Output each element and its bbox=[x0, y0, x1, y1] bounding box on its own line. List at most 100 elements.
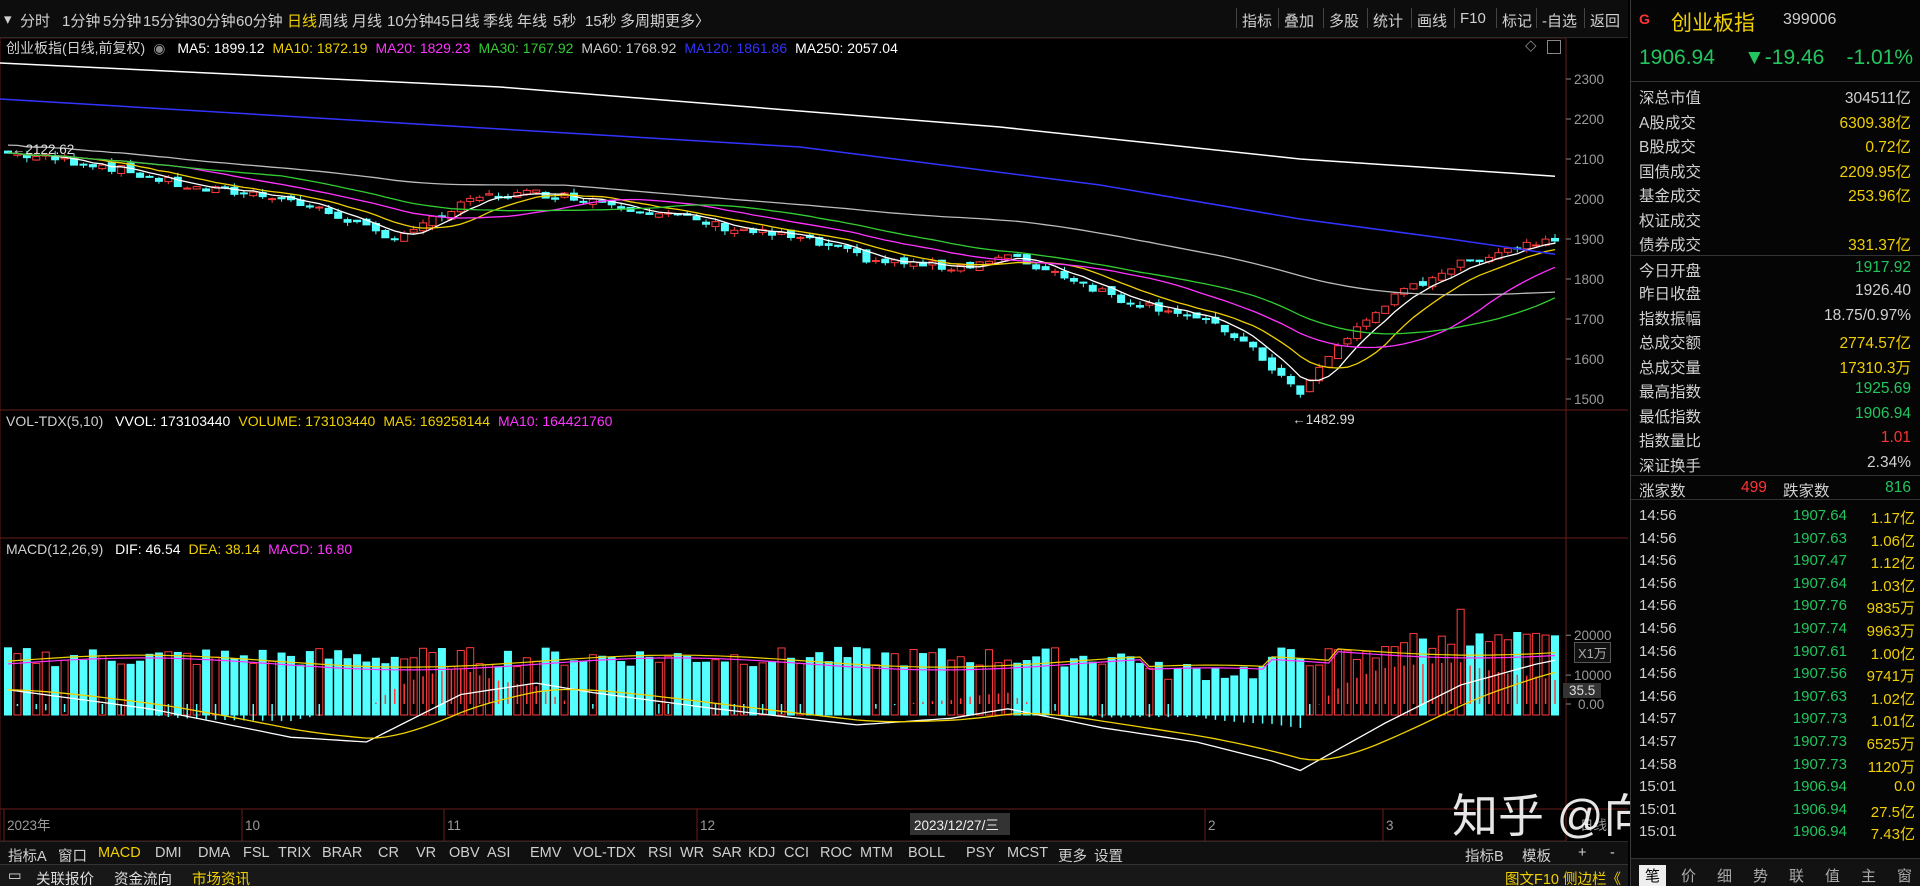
indicator-right-button[interactable]: 指标B bbox=[1465, 845, 1504, 866]
toolbar-button[interactable]: 统计 bbox=[1373, 10, 1403, 31]
period-tab[interactable]: 60分钟 bbox=[236, 10, 283, 31]
period-tab[interactable]: 更多〉 bbox=[665, 10, 710, 31]
candle bbox=[617, 206, 626, 209]
period-tab[interactable]: 1分钟 bbox=[62, 10, 100, 31]
side-tab[interactable]: 价 bbox=[1681, 865, 1696, 886]
candle bbox=[456, 201, 465, 213]
panel-toggle-icon[interactable] bbox=[1547, 40, 1561, 54]
diamond-icon[interactable]: ◇ bbox=[1525, 36, 1537, 54]
tick-row: 14:56 1907.64 1.17亿 bbox=[1631, 505, 1920, 528]
indicator-tab[interactable]: TRIX bbox=[278, 845, 311, 861]
stat-value: 6309.38亿 bbox=[1839, 114, 1911, 132]
tick-volume: 6525万 bbox=[1866, 736, 1915, 753]
side-tab[interactable]: 窗 bbox=[1897, 865, 1912, 886]
indicator-tab[interactable]: CCI bbox=[784, 845, 809, 861]
indicator-tab[interactable]: MTM bbox=[860, 845, 893, 861]
stat-label: 深证换手 bbox=[1639, 457, 1702, 475]
volume-bar bbox=[381, 663, 390, 716]
side-tab[interactable]: 主 bbox=[1861, 865, 1876, 886]
indicator-tab[interactable]: ROC bbox=[820, 845, 852, 861]
toolbar-button[interactable]: 标记 bbox=[1502, 10, 1532, 31]
status-tab[interactable]: 资金流向 bbox=[114, 868, 172, 886]
indicator-tab[interactable]: WR bbox=[680, 845, 704, 861]
candle bbox=[711, 221, 720, 228]
indicator-tab[interactable]: ASI bbox=[487, 845, 510, 861]
period-tab[interactable]: 45日线 bbox=[433, 10, 480, 31]
indicator-tab[interactable]: VR bbox=[416, 845, 436, 861]
period-tab[interactable]: 季线 bbox=[483, 10, 513, 31]
indicator-tab[interactable]: PSY bbox=[966, 845, 995, 861]
side-tab[interactable]: 势 bbox=[1753, 865, 1768, 886]
stat-value: 18.75/0.97% bbox=[1823, 306, 1911, 324]
indicator-tab[interactable]: DMI bbox=[155, 845, 182, 861]
indicator-right-button[interactable]: - bbox=[1610, 845, 1615, 861]
side-tab[interactable]: 联 bbox=[1789, 865, 1804, 886]
period-tab[interactable]: 月线 bbox=[352, 10, 382, 31]
tick-time: 14:56 bbox=[1639, 552, 1677, 570]
index-code: 399006 bbox=[1783, 11, 1837, 28]
period-tab[interactable]: 5秒 bbox=[553, 10, 576, 31]
period-tab[interactable]: 年线 bbox=[517, 10, 547, 31]
status-tab[interactable]: 市场资讯 bbox=[192, 868, 250, 886]
indicator-tab[interactable]: FSL bbox=[243, 845, 270, 861]
tick-volume: 1120万 bbox=[1867, 758, 1915, 776]
indicator-tab[interactable]: 窗口 bbox=[58, 845, 87, 866]
toolbar-button[interactable]: 叠加 bbox=[1284, 10, 1314, 31]
indicator-right-button[interactable]: 模板 bbox=[1522, 845, 1551, 866]
indicator-tab[interactable]: MCST bbox=[1007, 845, 1048, 861]
side-tab[interactable]: 笔 bbox=[1639, 865, 1667, 886]
period-tab[interactable]: 30分钟 bbox=[189, 10, 236, 31]
indicator-tab[interactable]: RSI bbox=[648, 845, 672, 861]
stat-row: 深证换手 2.34% bbox=[1631, 451, 1920, 475]
toolbar-button[interactable]: -自选 bbox=[1542, 10, 1577, 31]
indicator-tab[interactable]: MACD bbox=[98, 845, 141, 861]
toolbar-button[interactable]: 返回 bbox=[1590, 10, 1620, 31]
toolbar-button[interactable]: 画线 bbox=[1417, 10, 1447, 31]
status-tab[interactable]: 关联报价 bbox=[36, 868, 94, 886]
period-tab[interactable]: 多周期 bbox=[620, 10, 665, 31]
side-tab[interactable]: 细 bbox=[1717, 865, 1732, 886]
indicator-tab[interactable]: CR bbox=[378, 845, 399, 861]
candle bbox=[1249, 341, 1258, 348]
candle bbox=[824, 243, 833, 246]
indicator-tab[interactable]: DMA bbox=[198, 845, 230, 861]
indicator-tab[interactable]: 设置 bbox=[1094, 845, 1123, 866]
quote-side-panel: G 创业板指 399006 1906.94 ▼-19.46 -1.01% 深总市… bbox=[1630, 0, 1920, 886]
indicator-tab[interactable]: OBV bbox=[449, 845, 480, 861]
indicator-tab[interactable]: BRAR bbox=[322, 845, 362, 861]
date-cursor-label: 2023/12/27/三 bbox=[914, 818, 999, 833]
indicator-tab[interactable]: VOL-TDX bbox=[573, 845, 636, 861]
chart-area[interactable]: 2300 2200 2100 2000 1900 1800 1700 1600 1500 2000… bbox=[0, 36, 1628, 841]
period-tab[interactable]: 15分钟 bbox=[143, 10, 190, 31]
period-tab[interactable]: 15秒 bbox=[585, 10, 617, 31]
indicator-tab[interactable]: BOLL bbox=[908, 845, 945, 861]
main-legend: 创业板指(日线,前复权) ◉ MA5: 1899.12 MA10: 1872.19 M… bbox=[6, 38, 914, 58]
period-tab[interactable]: 5分钟 bbox=[103, 10, 141, 31]
indicator-tab[interactable]: KDJ bbox=[748, 845, 775, 861]
indicator-tab[interactable]: EMV bbox=[530, 845, 561, 861]
candle bbox=[400, 232, 409, 242]
tick-volume: 1.17亿 bbox=[1870, 510, 1915, 527]
panel-toggle-icon[interactable]: ▭ bbox=[8, 868, 22, 884]
indicator-tab[interactable]: 指标A bbox=[8, 845, 47, 866]
tick-volume: 1.12亿 bbox=[1870, 555, 1915, 573]
period-tab[interactable]: 分时 bbox=[20, 10, 50, 31]
period-dropdown-icon[interactable]: ▾ bbox=[4, 10, 12, 28]
period-tab[interactable]: 10分钟 bbox=[387, 10, 434, 31]
period-tab[interactable]: 周线 bbox=[318, 10, 348, 31]
toolbar-separator bbox=[1278, 8, 1279, 28]
candle bbox=[636, 211, 645, 214]
toolbar-button[interactable]: 指标 bbox=[1242, 10, 1272, 31]
indicator-tab[interactable]: SAR bbox=[712, 845, 742, 861]
f10-sidebar-link[interactable]: 图文F10 侧边栏《 bbox=[1505, 868, 1621, 886]
toolbar-button[interactable]: 多股 bbox=[1329, 10, 1359, 31]
tick-price: 1907.56 bbox=[1792, 665, 1847, 683]
toolbar-button[interactable]: F10 bbox=[1460, 10, 1486, 27]
kline-chart-canvas[interactable]: 2300 2200 2100 2000 1900 1800 1700 1600 1500 2000… bbox=[0, 38, 1628, 841]
indicator-tab[interactable]: 更多 bbox=[1058, 845, 1087, 866]
period-tab[interactable]: 日线 bbox=[287, 10, 317, 31]
indicator-right-button[interactable]: + bbox=[1578, 845, 1586, 861]
tick-row: 15:01 1906.94 27.5亿 bbox=[1631, 799, 1920, 822]
candle bbox=[1183, 314, 1192, 317]
side-tab[interactable]: 值 bbox=[1825, 865, 1840, 886]
